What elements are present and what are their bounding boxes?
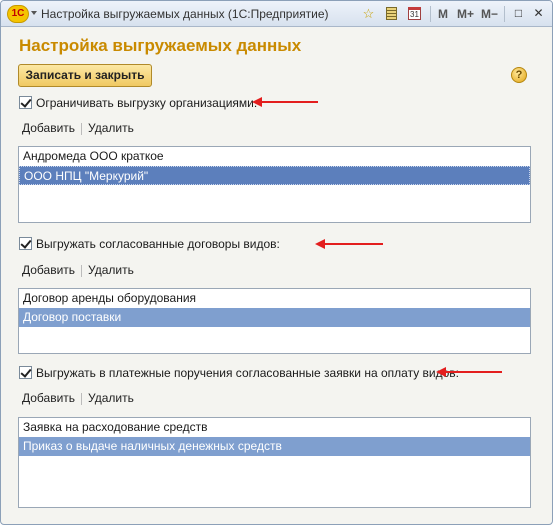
red-arrow-annotation: [436, 367, 502, 377]
window-title: Настройка выгружаемых данных (1С:Предпри…: [41, 7, 329, 21]
red-arrow-annotation: [315, 239, 383, 249]
add-button[interactable]: Добавить: [22, 121, 75, 135]
organizations-command-bar: Добавить Удалить: [22, 121, 134, 137]
app-logo-icon[interactable]: 1С: [7, 5, 29, 23]
list-item[interactable]: Заявка на расходование средств: [19, 418, 530, 437]
limit-by-organizations-checkbox-row[interactable]: Ограничивать выгрузку организациями:: [19, 95, 257, 111]
save-and-close-button[interactable]: Записать и закрыть: [18, 64, 152, 87]
list-item[interactable]: Договор поставки: [19, 308, 530, 327]
maximize-icon[interactable]: □: [509, 4, 528, 23]
divider: [81, 122, 83, 135]
payment-requests-command-bar: Добавить Удалить: [22, 391, 134, 407]
page-title: Настройка выгружаемых данных: [19, 36, 302, 55]
contracts-list[interactable]: Договор аренды оборудования Договор пост…: [18, 288, 531, 354]
list-item[interactable]: Андромеда ООО краткое: [19, 147, 530, 166]
list-item[interactable]: Приказ о выдаче наличных денежных средст…: [19, 437, 530, 456]
memory-minus-button[interactable]: M−: [481, 7, 498, 21]
list-item[interactable]: ООО НПЦ "Меркурий": [19, 166, 530, 185]
title-bar: 1С Настройка выгружаемых данных (1С:Пред…: [1, 1, 552, 27]
memory-plus-button[interactable]: M+: [457, 7, 474, 21]
app-window: 1С Настройка выгружаемых данных (1С:Пред…: [0, 0, 553, 525]
calendar-icon[interactable]: 31: [406, 5, 423, 22]
limit-by-organizations-checkbox[interactable]: [19, 96, 32, 110]
calculator-icon[interactable]: [383, 5, 400, 22]
export-contracts-checkbox-row[interactable]: Выгружать согласованные договоры видов:: [19, 236, 280, 252]
export-payment-requests-checkbox-row[interactable]: Выгружать в платежные поручения согласов…: [19, 365, 459, 381]
toolbar-divider: [430, 6, 431, 22]
add-button[interactable]: Добавить: [22, 391, 75, 405]
divider: [81, 392, 83, 405]
favorites-icon[interactable]: ☆: [360, 5, 377, 22]
help-icon[interactable]: ?: [511, 67, 527, 83]
organizations-list[interactable]: Андромеда ООО краткое ООО НПЦ "Меркурий": [18, 146, 531, 223]
contracts-command-bar: Добавить Удалить: [22, 263, 134, 279]
export-contracts-checkbox[interactable]: [19, 237, 32, 251]
delete-button[interactable]: Удалить: [88, 391, 134, 405]
memory-m-button[interactable]: M: [438, 7, 448, 21]
payment-requests-list[interactable]: Заявка на расходование средств Приказ о …: [18, 417, 531, 508]
red-arrow-annotation: [252, 97, 318, 107]
checkbox-label: Выгружать в платежные поручения согласов…: [36, 365, 459, 380]
list-item[interactable]: Договор аренды оборудования: [19, 289, 530, 308]
add-button[interactable]: Добавить: [22, 263, 75, 277]
menu-dropdown-icon[interactable]: [31, 11, 37, 15]
divider: [81, 264, 83, 277]
delete-button[interactable]: Удалить: [88, 263, 134, 277]
close-icon[interactable]: ✕: [529, 4, 548, 23]
export-payment-requests-checkbox[interactable]: [19, 366, 32, 380]
checkbox-label: Ограничивать выгрузку организациями:: [36, 95, 258, 110]
toolbar-divider: [504, 6, 505, 22]
delete-button[interactable]: Удалить: [88, 121, 134, 135]
checkbox-label: Выгружать согласованные договоры видов:: [36, 236, 280, 251]
